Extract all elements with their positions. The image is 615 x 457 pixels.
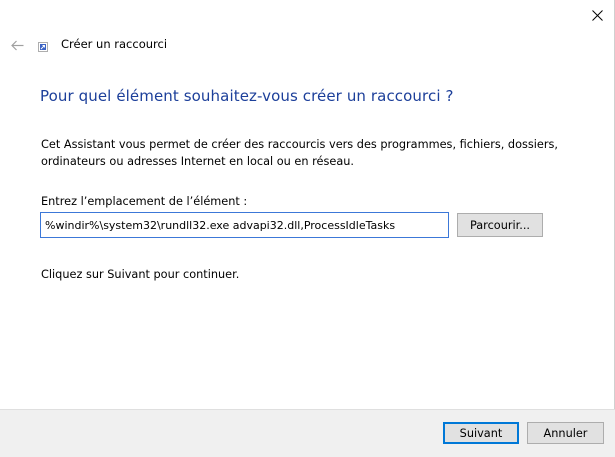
shortcut-icon bbox=[38, 42, 48, 52]
close-button[interactable] bbox=[585, 4, 609, 26]
back-arrow-icon bbox=[10, 40, 23, 50]
close-icon bbox=[591, 9, 603, 21]
wizard-title: Créer un raccourci bbox=[61, 37, 168, 51]
browse-button[interactable]: Parcourir... bbox=[457, 213, 543, 237]
continue-hint: Cliquez sur Suivant pour continuer. bbox=[41, 268, 240, 281]
location-input[interactable] bbox=[40, 212, 449, 238]
description-text: Cet Assistant vous permet de créer des r… bbox=[41, 138, 558, 168]
footer-bar bbox=[0, 409, 615, 457]
page-heading: Pour quel élément souhaitez-vous créer u… bbox=[40, 87, 454, 105]
back-button[interactable] bbox=[9, 37, 25, 53]
location-field-label: Entrez l’emplacement de l’élément : bbox=[41, 195, 248, 208]
next-button[interactable]: Suivant bbox=[443, 422, 519, 444]
cancel-button[interactable]: Annuler bbox=[527, 422, 604, 444]
create-shortcut-wizard-window: Créer un raccourci Pour quel élément sou… bbox=[0, 0, 615, 457]
